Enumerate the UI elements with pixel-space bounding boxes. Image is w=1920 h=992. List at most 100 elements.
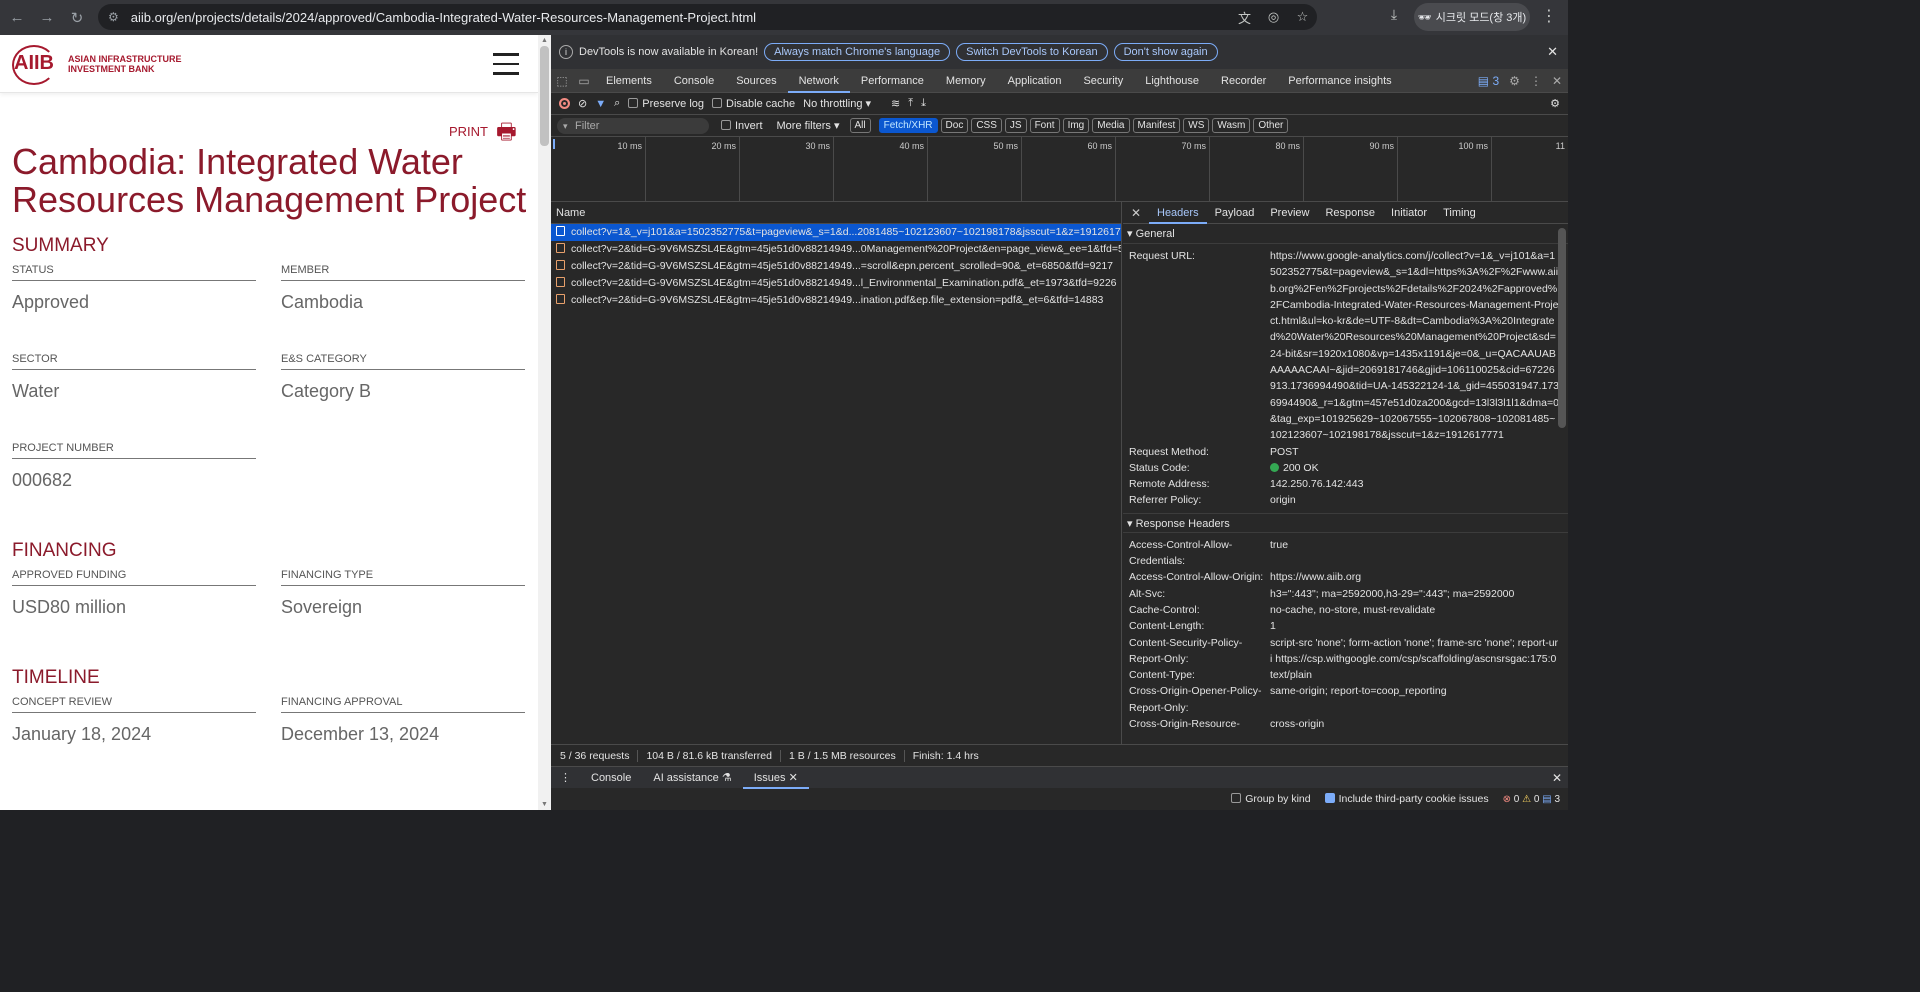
invert-checkbox[interactable]: Invert [721,119,763,132]
address-bar[interactable]: ⚙ aiib.org/en/projects/details/2024/appr… [98,4,1317,30]
tab-application[interactable]: Application [997,69,1073,93]
dont-show-again-button[interactable]: Don't show again [1113,43,1218,61]
issues-counter[interactable]: ▤ 3 [1478,74,1499,88]
name-column-header[interactable]: Name [551,202,1121,224]
translate-icon[interactable]: 文 [1230,8,1259,27]
menu-icon[interactable]: ⋮ [1541,6,1557,26]
tab-initiator[interactable]: Initiator [1383,202,1435,224]
scroll-down-icon[interactable]: ▼ [541,801,548,808]
filter-chip-js[interactable]: JS [1004,118,1027,133]
experiment-flask-icon: ⚗ [721,771,732,784]
tab-preview[interactable]: Preview [1262,202,1317,224]
scroll-up-icon[interactable]: ▲ [541,37,548,44]
filter-chip-other[interactable]: Other [1253,118,1289,133]
filter-chip-doc[interactable]: Doc [940,118,969,133]
printer-icon[interactable]: 🖶 [496,115,522,144]
general-section-toggle[interactable]: ▾ General [1123,224,1568,244]
aiib-logo[interactable]: AIIB [12,45,56,85]
filter-chip-css[interactable]: CSS [971,118,1002,133]
upload-har-icon[interactable]: ⤒ [908,97,913,110]
drawer-menu-icon[interactable]: ⋮ [551,767,580,789]
page-scrollbar[interactable]: ▲ ▼ [538,35,551,810]
tab-performance-insights[interactable]: Performance insights [1277,69,1402,93]
throttling-select[interactable]: No throttling ▾ [803,97,871,110]
request-row[interactable]: collect?v=2&tid=G-9V6MSZSL4E&gtm=45je51d… [551,292,1121,309]
tab-recorder[interactable]: Recorder [1210,69,1277,93]
preserve-log-checkbox[interactable]: Preserve log [628,97,704,110]
device-toolbar-icon[interactable]: ▭ [573,74,595,88]
drawer-tab-console[interactable]: Console [580,767,642,789]
tab-timing[interactable]: Timing [1435,202,1484,224]
tracking-off-icon[interactable]: ◎ [1259,9,1288,25]
filter-chip-fetch-xhr[interactable]: Fetch/XHR [878,118,938,133]
reload-icon[interactable]: ↻ [62,3,92,33]
inspect-element-icon[interactable]: ⬚ [551,74,573,88]
request-row[interactable]: collect?v=2&tid=G-9V6MSZSL4E&gtm=45je51d… [551,275,1121,292]
print-link[interactable]: PRINT [449,124,488,139]
header-key: Cache-Control: [1129,603,1200,616]
tab-lighthouse[interactable]: Lighthouse [1134,69,1210,93]
filter-chip-font[interactable]: Font [1029,118,1060,133]
filter-input[interactable]: Filter [557,117,709,134]
close-tab-icon[interactable]: ✕ [789,772,798,784]
match-language-button[interactable]: Always match Chrome's language [764,43,951,61]
network-conditions-icon[interactable]: ≋ [891,97,900,110]
header-key: Content-Security-Policy-Report-Only: [1129,636,1243,665]
network-settings-icon[interactable]: ⚙ [1550,97,1560,110]
tab-security[interactable]: Security [1072,69,1134,93]
close-details-icon[interactable]: ✕ [1123,206,1149,220]
back-icon[interactable]: ← [2,3,32,33]
scrollbar-thumb[interactable] [540,46,549,146]
disable-cache-checkbox[interactable]: Disable cache [712,97,795,110]
filter-chip-manifest[interactable]: Manifest [1132,118,1181,133]
close-devtools-icon[interactable]: ✕ [1552,74,1562,88]
tab-payload[interactable]: Payload [1207,202,1263,224]
tab-console[interactable]: Console [663,69,725,93]
search-icon[interactable]: ⌕ [614,97,620,110]
clear-icon[interactable]: ⊘ [578,97,587,110]
group-by-kind-checkbox[interactable]: Group by kind [1231,793,1311,805]
request-row[interactable]: collect?v=2&tid=G-9V6MSZSL4E&gtm=45je51d… [551,258,1121,275]
drawer-tab-ai-assistance[interactable]: AI assistance ⚗ [642,767,742,789]
switch-korean-button[interactable]: Switch DevTools to Korean [956,43,1108,61]
record-icon[interactable] [559,98,570,109]
issue-counts[interactable]: ⊗ 0 ⚠ 0 ▤ 3 [1503,794,1560,805]
network-timeline[interactable]: 10 ms 20 ms 30 ms 40 ms 50 ms 60 ms 70 m… [551,137,1568,202]
third-party-checkbox[interactable]: Include third-party cookie issues [1324,793,1489,805]
star-icon[interactable]: ☆ [1288,9,1317,25]
tab-headers[interactable]: Headers [1149,202,1207,224]
header-row: Cross-Origin-Resource-cross-origin [1123,716,1568,732]
filter-chip-ws[interactable]: WS [1183,118,1210,133]
details-scrollbar[interactable] [1558,228,1566,428]
forward-icon[interactable]: → [32,3,62,33]
filter-chip-img[interactable]: Img [1062,118,1090,133]
close-infobar-icon[interactable]: ✕ [1547,44,1558,60]
site-info-icon[interactable]: ⚙ [108,10,119,24]
header-row: Access-Control-Allow-Origin: https://www.… [1123,569,1568,585]
tab-network[interactable]: Network [787,69,850,93]
tab-response[interactable]: Response [1317,202,1383,224]
header-key: Content-Length: [1129,620,1205,633]
tab-sources[interactable]: Sources [725,69,787,93]
download-icon[interactable]: ⤓ [1383,6,1405,28]
filter-chip-wasm[interactable]: Wasm [1212,118,1251,133]
request-row[interactable]: collect?v=2&tid=G-9V6MSZSL4E&gtm=45je51d… [551,241,1121,258]
summary-heading: SUMMARY [12,235,109,256]
settings-icon[interactable]: ⚙ [1509,74,1520,88]
filter-chip-all[interactable]: All [849,118,871,133]
filter-icon[interactable]: ▼ [595,98,606,110]
file-icon [556,226,565,236]
tab-memory[interactable]: Memory [935,69,997,93]
download-har-icon[interactable]: ⤓ [921,97,926,110]
request-row[interactable]: collect?v=1&_v=j101&a=1502352775&t=pagev… [551,224,1121,241]
more-filters-dropdown[interactable]: More filters ▾ [777,119,840,132]
tab-elements[interactable]: Elements [595,69,663,93]
hamburger-menu-icon[interactable] [493,53,519,75]
filter-chip-media[interactable]: Media [1092,118,1130,133]
incognito-button[interactable]: 🕶 시크릿 모드(창 3개) [1414,3,1530,31]
tab-performance[interactable]: Performance [850,69,935,93]
response-headers-toggle[interactable]: ▾ Response Headers [1123,512,1568,533]
more-options-icon[interactable]: ⋮ [1530,74,1542,88]
close-drawer-icon[interactable]: ✕ [1552,771,1562,785]
drawer-tab-issues[interactable]: Issues ✕ [742,767,809,789]
